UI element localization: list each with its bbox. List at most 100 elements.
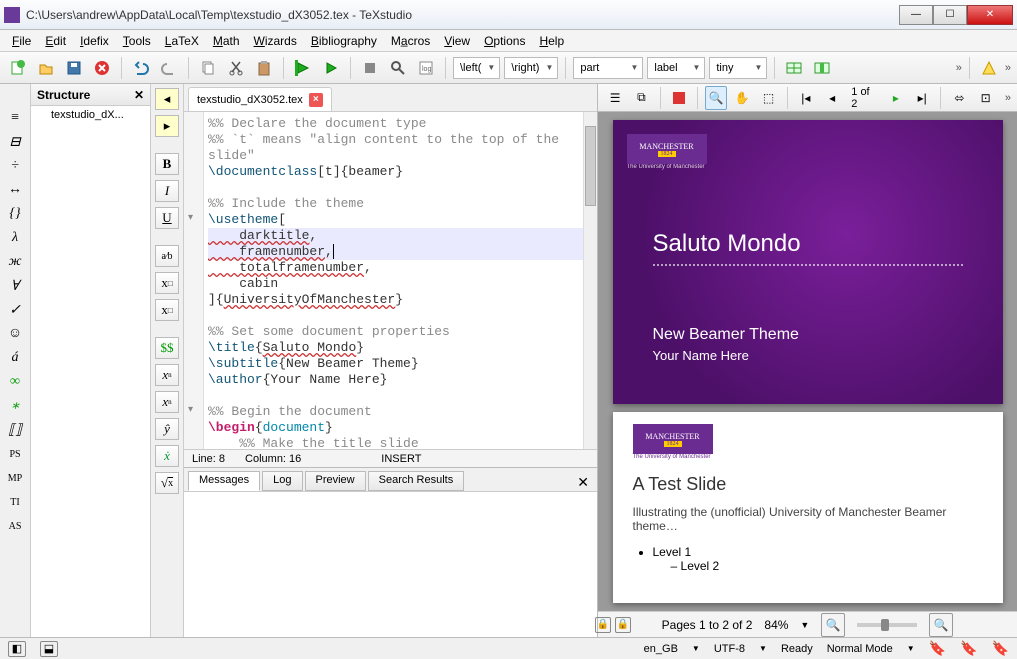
fold-icon[interactable]: ▾ bbox=[188, 404, 193, 415]
bookmark-prev-button[interactable]: ◂ bbox=[155, 88, 179, 110]
undo-button[interactable] bbox=[129, 56, 153, 80]
tab-preview[interactable]: Preview bbox=[305, 471, 366, 491]
tab-search-results[interactable]: Search Results bbox=[368, 471, 465, 491]
bookmark-1-icon[interactable]: 🔖 bbox=[929, 640, 946, 657]
lock-icon-2[interactable]: 🔒 bbox=[615, 617, 631, 633]
pv-prev-button[interactable]: ◂ bbox=[821, 86, 843, 110]
view-log-button[interactable]: log bbox=[414, 56, 438, 80]
left-delim-dropdown[interactable]: \left(▼ bbox=[453, 57, 500, 79]
toolbar-overflow-icon-2[interactable]: » bbox=[1005, 62, 1011, 74]
tab-messages[interactable]: Messages bbox=[188, 471, 260, 491]
pv-fitwidth-button[interactable]: ⬄ bbox=[948, 86, 970, 110]
pv-fitpage-button[interactable]: ⊡ bbox=[975, 86, 997, 110]
pv-zoomin-button[interactable]: 🔍 bbox=[929, 613, 953, 637]
pv-hand-button[interactable]: ✋ bbox=[731, 86, 753, 110]
sym-ti-icon[interactable]: TI bbox=[3, 492, 27, 512]
table-col-button[interactable] bbox=[810, 56, 834, 80]
view-pdf-button[interactable] bbox=[386, 56, 410, 80]
menu-view[interactable]: View bbox=[438, 32, 476, 50]
status-lang[interactable]: en_GB bbox=[644, 643, 678, 655]
superscript-button[interactable]: x□ bbox=[155, 299, 179, 321]
sym-star-icon[interactable]: ∗ bbox=[3, 396, 27, 416]
sym-mp-icon[interactable]: MP bbox=[3, 468, 27, 488]
pv-select-button[interactable]: ⬚ bbox=[757, 86, 779, 110]
sym-check-icon[interactable]: ✓ bbox=[3, 300, 27, 320]
compile-button[interactable] bbox=[319, 56, 343, 80]
sym-lambda-icon[interactable]: λ bbox=[3, 228, 27, 248]
sqrt-button[interactable]: √x bbox=[155, 472, 179, 494]
pv-magnify-button[interactable]: 🔍 bbox=[705, 86, 727, 110]
copy-button[interactable] bbox=[196, 56, 220, 80]
sym-leftrightarrow-icon[interactable]: ↔ bbox=[3, 180, 27, 200]
fontsize-dropdown[interactable]: tiny▼ bbox=[709, 57, 767, 79]
hat-button[interactable]: ŷ bbox=[155, 418, 179, 440]
save-button[interactable] bbox=[62, 56, 86, 80]
build-button[interactable] bbox=[291, 56, 315, 80]
right-delim-dropdown[interactable]: \right)▼ bbox=[504, 57, 558, 79]
sym-braces-icon[interactable]: {} bbox=[3, 204, 27, 224]
menu-help[interactable]: Help bbox=[533, 32, 570, 50]
sym-brackets-icon[interactable]: ⟦⟧ bbox=[3, 420, 27, 440]
sym-infinity-icon[interactable]: ∞ bbox=[3, 372, 27, 392]
menu-macros[interactable]: Ma̲cros bbox=[385, 32, 436, 50]
lock-icon[interactable]: 🔒 bbox=[595, 617, 611, 633]
sym-ps-icon[interactable]: PS bbox=[3, 444, 27, 464]
italic-button[interactable]: I bbox=[155, 180, 179, 202]
ref-dropdown[interactable]: label▼ bbox=[647, 57, 705, 79]
bold-button[interactable]: B bbox=[155, 153, 179, 175]
layout-left-button[interactable]: ◧ bbox=[8, 641, 26, 657]
menu-bibliography[interactable]: Bibliography bbox=[305, 32, 383, 50]
zoom-slider[interactable] bbox=[857, 623, 917, 627]
redo-button[interactable] bbox=[157, 56, 181, 80]
close-file-button[interactable] bbox=[90, 56, 114, 80]
structure-close-icon[interactable]: ✕ bbox=[134, 88, 144, 102]
bookmark-2-icon[interactable]: 🔖 bbox=[960, 640, 977, 657]
open-file-button[interactable] bbox=[34, 56, 58, 80]
minimize-button[interactable]: — bbox=[899, 5, 933, 25]
sym-structure-icon[interactable]: ≡ bbox=[3, 108, 27, 128]
maximize-button[interactable]: ☐ bbox=[933, 5, 967, 25]
cut-button[interactable] bbox=[224, 56, 248, 80]
menu-latex[interactable]: LaTeX bbox=[159, 32, 205, 50]
pv-split-button[interactable]: ⧉ bbox=[630, 86, 652, 110]
menu-edit[interactable]: Edit bbox=[39, 32, 72, 50]
editor-scrollbar[interactable] bbox=[583, 112, 597, 449]
tab-log[interactable]: Log bbox=[262, 471, 302, 491]
pv-last-button[interactable]: ▸| bbox=[911, 86, 933, 110]
pv-overflow-icon[interactable]: » bbox=[1005, 92, 1011, 104]
status-encoding[interactable]: UTF-8 bbox=[714, 643, 745, 655]
pv-next-button[interactable]: ▸ bbox=[885, 86, 907, 110]
status-editmode[interactable]: Normal Mode bbox=[827, 643, 893, 655]
menu-idefix[interactable]: Idefix bbox=[74, 32, 115, 50]
sym-zh-icon[interactable]: ж bbox=[3, 252, 27, 272]
close-button[interactable]: ✕ bbox=[967, 5, 1013, 25]
inline-math-button[interactable]: $$ bbox=[155, 337, 179, 359]
preview-content[interactable]: MANCHESTER 1824 The University of Manche… bbox=[598, 112, 1017, 611]
sym-forall-icon[interactable]: ∀ bbox=[3, 276, 27, 296]
new-file-button[interactable] bbox=[6, 56, 30, 80]
frac-button[interactable]: a⁄b bbox=[155, 245, 179, 267]
messages-close-icon[interactable]: ✕ bbox=[577, 474, 589, 491]
paste-button[interactable] bbox=[252, 56, 276, 80]
menu-options[interactable]: Options bbox=[478, 32, 531, 50]
sectioning-dropdown[interactable]: part▼ bbox=[573, 57, 643, 79]
editor-tab[interactable]: texstudio_dX3052.tex × bbox=[188, 87, 332, 111]
code-editor[interactable]: ▾ ▾ %% Declare the document type %% `t` … bbox=[184, 112, 597, 449]
underline-button[interactable]: U bbox=[155, 207, 179, 229]
sym-at-icon[interactable]: ⊟ bbox=[3, 132, 27, 152]
sym-as-icon[interactable]: AS bbox=[3, 516, 27, 536]
vec-button[interactable]: ẋ bbox=[155, 445, 179, 467]
sym-smile-icon[interactable]: ☺ bbox=[3, 324, 27, 344]
sup-n-button[interactable]: xn bbox=[155, 391, 179, 413]
sub-n-button[interactable]: xn bbox=[155, 364, 179, 386]
pv-config-button[interactable]: ☰ bbox=[604, 86, 626, 110]
layout-bottom-button[interactable]: ⬓ bbox=[40, 641, 58, 657]
fold-icon[interactable]: ▾ bbox=[188, 212, 193, 223]
menu-math[interactable]: Math bbox=[207, 32, 246, 50]
spellcheck-button[interactable] bbox=[977, 56, 1001, 80]
tab-close-icon[interactable]: × bbox=[309, 93, 323, 107]
sym-acute-icon[interactable]: á bbox=[3, 348, 27, 368]
toolbar-overflow-icon[interactable]: » bbox=[956, 62, 962, 74]
stop-button[interactable] bbox=[358, 56, 382, 80]
menu-tools[interactable]: Tools bbox=[117, 32, 157, 50]
